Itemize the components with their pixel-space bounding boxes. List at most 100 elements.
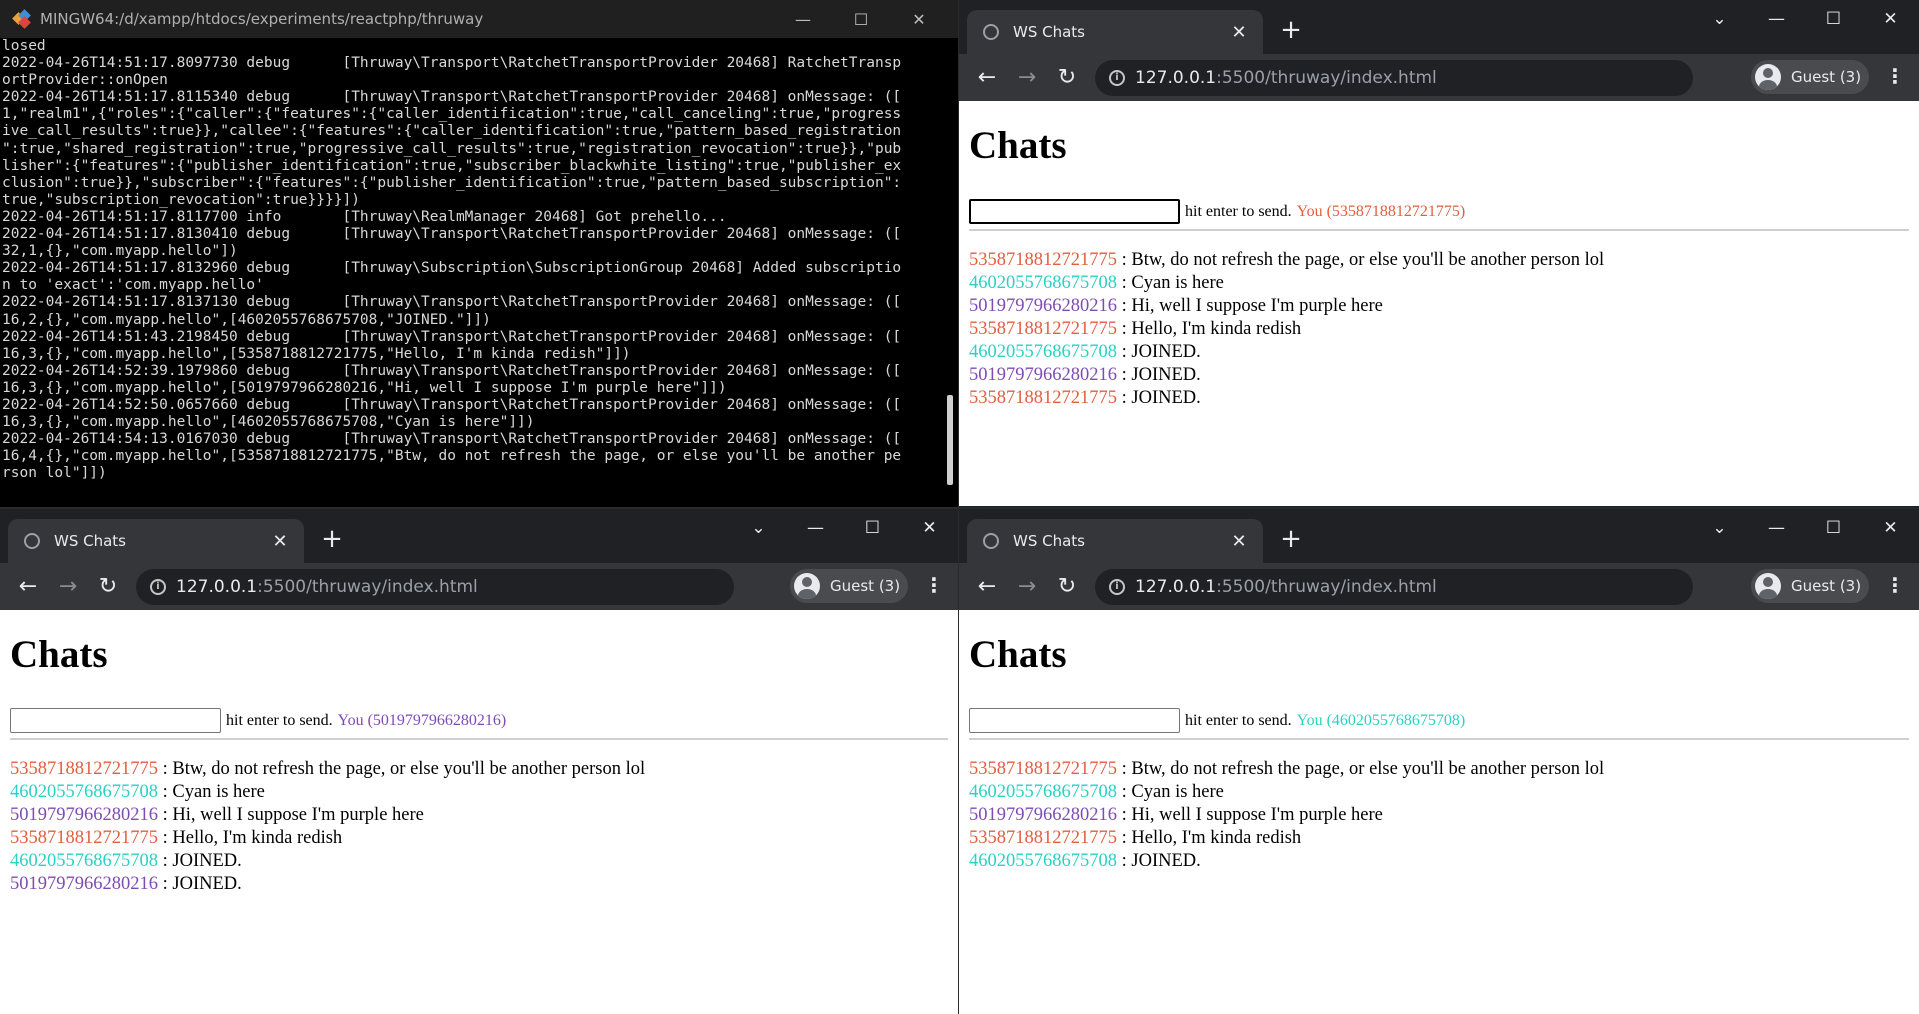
chat-message: 5019797966280216 : JOINED. [10,873,645,896]
close-window-button[interactable]: ✕ [1862,0,1919,38]
send-hint: hit enter to send. [1185,711,1292,729]
tab-ws-chats[interactable]: WS Chats ✕ [967,519,1263,563]
back-icon[interactable]: ← [967,574,1007,599]
message-input[interactable] [969,708,1180,733]
site-info-icon[interactable]: i [150,579,166,595]
browser-toolbar: ← → ↻ i 127.0.0.1:5500/thruway/index.htm… [959,54,1919,101]
chat-message: 4602055768675708 : Cyan is here [969,272,1604,295]
message-list: 5358718812721775 : Btw, do not refresh t… [969,249,1604,410]
page-title: Chats [969,124,1067,167]
message-text: : Btw, do not refresh the page, or else … [1117,759,1605,779]
sender-id: 5019797966280216 [10,805,158,825]
chat-message: 4602055768675708 : JOINED. [10,850,645,873]
page-title: Chats [10,633,108,676]
profile-button[interactable]: Guest (3) [1751,60,1869,94]
tab-ws-chats[interactable]: WS Chats ✕ [967,10,1263,54]
tab-strip: WS Chats ✕ + ⌄ — ☐ ✕ [0,509,958,563]
chat-message: 5019797966280216 : Hi, well I suppose I'… [969,295,1604,318]
forward-icon[interactable]: → [1007,65,1047,90]
sender-id: 5019797966280216 [969,805,1117,825]
browser-window: WS Chats ✕ + ⌄ — ☐ ✕ ← → ↻ i 127.0.0.1:5… [959,509,1919,1014]
back-icon[interactable]: ← [8,574,48,599]
maximize-button[interactable]: ☐ [844,509,901,547]
chat-message: 5358718812721775 : Btw, do not refresh t… [10,758,645,781]
terminal-output[interactable]: losed 2022-04-26T14:51:17.8097730 debug [… [2,38,938,507]
terminal-line: ortProvider::onOpen [2,72,168,89]
close-button[interactable]: ✕ [890,10,948,29]
maximize-button[interactable]: ☐ [1805,0,1862,38]
tab-ws-chats[interactable]: WS Chats ✕ [8,519,304,563]
sender-id: 5358718812721775 [969,828,1117,848]
guest-avatar-icon [794,573,820,599]
terminal-window-controls: — ☐ ✕ [774,0,948,38]
address-bar[interactable]: i 127.0.0.1:5500/thruway/index.html [136,569,734,605]
site-info-icon[interactable]: i [1109,70,1125,86]
new-tab-button[interactable]: + [316,523,348,555]
message-input[interactable] [969,199,1180,224]
url-path: :5500/thruway/index.html [1216,577,1437,597]
url-path: :5500/thruway/index.html [257,577,478,597]
minimize-button[interactable]: — [1748,0,1805,38]
reload-icon[interactable]: ↻ [1047,574,1087,599]
send-row: hit enter to send. You (5019797966280216… [10,708,506,733]
page-content: Chats hit enter to send. You (5019797966… [0,610,958,1014]
message-text: : Btw, do not refresh the page, or else … [1117,250,1605,270]
new-tab-button[interactable]: + [1275,523,1307,555]
forward-icon[interactable]: → [1007,574,1047,599]
tab-strip: WS Chats ✕ + ⌄ — ☐ ✕ [959,509,1919,563]
pane-divider [0,507,1919,509]
minimize-button[interactable]: — [787,509,844,547]
divider [969,738,1909,740]
menu-icon[interactable]: ⋮ [924,575,944,595]
terminal-line: 16,2,{},"com.myapp.hello",[4602055768675… [2,311,491,328]
minimize-button[interactable]: — [774,10,832,29]
globe-icon [983,533,999,549]
address-bar[interactable]: i 127.0.0.1:5500/thruway/index.html [1095,60,1693,96]
message-text: : JOINED. [158,874,242,894]
message-input[interactable] [10,708,221,733]
profile-button[interactable]: Guest (3) [790,569,908,603]
message-text: : JOINED. [158,851,242,871]
profile-button[interactable]: Guest (3) [1751,569,1869,603]
message-text: : Hi, well I suppose I'm purple here [1117,805,1383,825]
chat-message: 5358718812721775 : Hello, I'm kinda redi… [969,318,1604,341]
new-tab-button[interactable]: + [1275,14,1307,46]
send-row: hit enter to send. You (5358718812721775… [969,199,1465,224]
close-tab-icon[interactable]: ✕ [268,531,292,552]
terminal-title: MINGW64:/d/xampp/htdocs/experiments/reac… [40,10,484,28]
close-tab-icon[interactable]: ✕ [1227,22,1251,43]
guest-avatar-icon [1755,573,1781,599]
site-info-icon[interactable]: i [1109,579,1125,595]
back-icon[interactable]: ← [967,65,1007,90]
tab-search-icon[interactable]: ⌄ [1691,0,1748,38]
forward-icon[interactable]: → [48,574,88,599]
terminal-scrollbar[interactable] [947,395,953,485]
browser-window-controls: ⌄ — ☐ ✕ [1691,509,1919,547]
menu-icon[interactable]: ⋮ [1885,66,1905,86]
reload-icon[interactable]: ↻ [88,574,128,599]
menu-icon[interactable]: ⋮ [1885,575,1905,595]
chat-message: 5358718812721775 : Btw, do not refresh t… [969,758,1604,781]
address-bar[interactable]: i 127.0.0.1:5500/thruway/index.html [1095,569,1693,605]
tab-search-icon[interactable]: ⌄ [730,509,787,547]
terminal-line: 16,3,{},"com.myapp.hello",[5019797966280… [2,379,727,396]
send-row: hit enter to send. You (4602055768675708… [969,708,1465,733]
terminal-line: ive_call_results":true}},"callee":{"feat… [2,123,902,140]
sender-id: 5358718812721775 [969,250,1117,270]
tab-search-icon[interactable]: ⌄ [1691,509,1748,547]
chat-message: 4602055768675708 : Cyan is here [969,781,1604,804]
profile-label: Guest (3) [1791,577,1862,595]
sender-id: 5358718812721775 [969,319,1117,339]
reload-icon[interactable]: ↻ [1047,65,1087,90]
sender-id: 5358718812721775 [10,759,158,779]
close-tab-icon[interactable]: ✕ [1227,531,1251,552]
close-window-button[interactable]: ✕ [1862,509,1919,547]
chat-message: 5358718812721775 : Hello, I'm kinda redi… [10,827,645,850]
maximize-button[interactable]: ☐ [832,10,890,29]
you-label: You (4602055768675708) [1296,711,1466,729]
minimize-button[interactable]: — [1748,509,1805,547]
chat-message: 5358718812721775 : Hello, I'm kinda redi… [969,827,1604,850]
close-window-button[interactable]: ✕ [901,509,958,547]
sender-id: 4602055768675708 [969,342,1117,362]
maximize-button[interactable]: ☐ [1805,509,1862,547]
